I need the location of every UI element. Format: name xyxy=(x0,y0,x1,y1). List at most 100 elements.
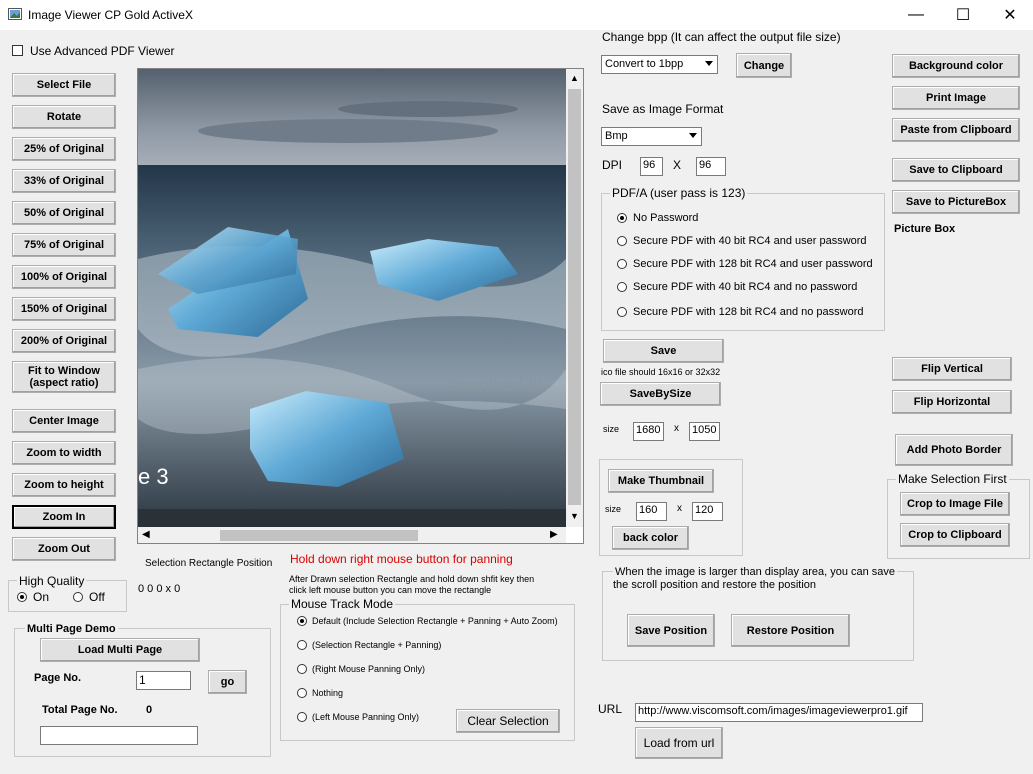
pdf-no-password-label: No Password xyxy=(633,212,699,224)
zoom-100-button[interactable]: 100% of Original xyxy=(12,265,116,289)
add-photo-border-button[interactable]: Add Photo Border xyxy=(895,434,1013,466)
dpi-x-input[interactable]: 96 xyxy=(640,157,663,176)
save-by-size-button[interactable]: SaveBySize xyxy=(600,382,721,406)
mouse-track-title: Mouse Track Mode xyxy=(289,597,396,611)
mouse-track-nothing-radio[interactable] xyxy=(297,688,307,698)
pdf-128bit-none-radio[interactable] xyxy=(617,307,627,317)
fit-to-window-button[interactable]: Fit to Window (aspect ratio) xyxy=(12,361,116,393)
multi-page-extra-input[interactable] xyxy=(40,726,198,745)
scroll-text-line1: When the image is larger than display ar… xyxy=(613,566,898,578)
viewer-vertical-scrollbar[interactable]: ▲ ▼ xyxy=(566,69,583,527)
zoom-200-button[interactable]: 200% of Original xyxy=(12,329,116,353)
close-button[interactable]: ✕ xyxy=(987,0,1033,30)
save-width-input[interactable]: 1680 xyxy=(633,422,664,441)
vertical-scroll-thumb[interactable] xyxy=(568,89,581,505)
viewer-horizontal-scrollbar[interactable]: ◀ ▶ xyxy=(138,527,566,543)
scroll-right-icon[interactable]: ▶ xyxy=(550,529,558,540)
flip-horizontal-button[interactable]: Flip Horizontal xyxy=(892,390,1012,414)
horizontal-scroll-thumb[interactable] xyxy=(220,530,418,541)
clear-selection-button[interactable]: Clear Selection xyxy=(456,709,560,733)
thumb-size-label: size xyxy=(605,504,622,514)
zoom-to-height-button[interactable]: Zoom to height xyxy=(12,473,116,497)
scroll-left-icon[interactable]: ◀ xyxy=(142,529,150,540)
scroll-up-icon[interactable]: ▲ xyxy=(570,73,579,83)
save-button[interactable]: Save xyxy=(603,339,724,363)
viewer-overlay-text: e 3 xyxy=(138,464,169,489)
mouse-track-left-panning-radio[interactable] xyxy=(297,712,307,722)
zoom-75-button[interactable]: 75% of Original xyxy=(12,233,116,257)
pdf-128bit-user-radio[interactable] xyxy=(617,259,627,269)
panning-hint: Hold down right mouse button for panning xyxy=(290,552,513,566)
total-page-value: 0 xyxy=(146,704,153,716)
advanced-pdf-checkbox[interactable] xyxy=(12,45,23,56)
select-file-button[interactable]: Select File xyxy=(12,73,116,97)
thumb-width-input[interactable]: 160 xyxy=(636,502,667,521)
restore-position-button[interactable]: Restore Position xyxy=(731,614,850,647)
save-to-clipboard-button[interactable]: Save to Clipboard xyxy=(892,158,1020,182)
fit-to-window-line1: Fit to Window xyxy=(28,365,100,377)
format-select[interactable]: Bmp xyxy=(601,127,702,146)
zoom-25-button[interactable]: 25% of Original xyxy=(12,137,116,161)
selection-position-value: 0 0 0 x 0 xyxy=(138,583,181,595)
paste-from-clipboard-button[interactable]: Paste from Clipboard xyxy=(892,118,1020,142)
dpi-separator: X xyxy=(673,158,682,172)
mouse-track-right-panning-label: (Right Mouse Panning Only) xyxy=(312,664,426,674)
save-to-picturebox-button[interactable]: Save to PictureBox xyxy=(892,190,1020,214)
pdf-no-password-radio[interactable] xyxy=(617,213,627,223)
save-size-x: x xyxy=(674,423,679,434)
picture-box-label: Picture Box xyxy=(894,223,956,235)
format-selected-value: Bmp xyxy=(605,130,628,142)
fit-to-window-line2: (aspect ratio) xyxy=(29,377,99,389)
crop-to-clipboard-button[interactable]: Crop to Clipboard xyxy=(900,523,1010,547)
save-position-button[interactable]: Save Position xyxy=(627,614,715,647)
mouse-track-selection-panning-radio[interactable] xyxy=(297,640,307,650)
chevron-down-icon xyxy=(689,133,697,138)
page-no-label: Page No. xyxy=(34,672,82,684)
pdf-40bit-user-radio[interactable] xyxy=(617,236,627,246)
zoom-33-button[interactable]: 33% of Original xyxy=(12,169,116,193)
scroll-text-line2: the scroll position and restore the posi… xyxy=(613,579,817,591)
pdfa-title: PDF/A (user pass is 123) xyxy=(610,186,748,200)
minimize-button[interactable]: — xyxy=(893,0,939,30)
url-label: URL xyxy=(598,702,623,716)
mouse-track-nothing-label: Nothing xyxy=(312,688,344,698)
background-color-button[interactable]: Background color xyxy=(892,54,1020,78)
crop-to-image-file-button[interactable]: Crop to Image File xyxy=(900,492,1010,516)
page-no-input[interactable]: 1 xyxy=(136,671,191,690)
zoom-to-width-button[interactable]: Zoom to width xyxy=(12,441,116,465)
bpp-select[interactable]: Convert to 1bpp xyxy=(601,55,718,74)
pdf-40bit-none-radio[interactable] xyxy=(617,282,627,292)
zoom-out-button[interactable]: Zoom Out xyxy=(12,537,116,561)
maximize-button[interactable]: ☐ xyxy=(940,0,986,30)
high-quality-on-label: On xyxy=(33,590,50,604)
load-multi-page-button[interactable]: Load Multi Page xyxy=(40,638,200,662)
zoom-50-button[interactable]: 50% of Original xyxy=(12,201,116,225)
ico-note: ico file should 16x16 or 32x32 xyxy=(601,367,721,377)
title-bar: Image Viewer CP Gold ActiveX — ☐ ✕ xyxy=(0,0,1033,30)
pdf-128bit-none-label: Secure PDF with 128 bit RC4 and no passw… xyxy=(633,306,864,318)
image-viewer[interactable]: download3k e 3 ▲ ▼ ◀ ▶ xyxy=(137,68,584,544)
pdf-40bit-user-label: Secure PDF with 40 bit RC4 and user pass… xyxy=(633,235,867,247)
center-image-button[interactable]: Center Image xyxy=(12,409,116,433)
dpi-y-input[interactable]: 96 xyxy=(696,157,726,176)
mouse-track-default-radio[interactable] xyxy=(297,616,307,626)
zoom-in-button[interactable]: Zoom In xyxy=(12,505,116,529)
rotate-button[interactable]: Rotate xyxy=(12,105,116,129)
make-thumbnail-button[interactable]: Make Thumbnail xyxy=(608,469,714,493)
high-quality-on-radio[interactable] xyxy=(17,592,27,602)
high-quality-off-radio[interactable] xyxy=(73,592,83,602)
save-height-input[interactable]: 1050 xyxy=(689,422,720,441)
url-input[interactable]: http://www.viscomsoft.com/images/imagevi… xyxy=(635,703,923,722)
mouse-track-right-panning-radio[interactable] xyxy=(297,664,307,674)
pdf-40bit-none-label: Secure PDF with 40 bit RC4 and no passwo… xyxy=(633,281,858,293)
print-image-button[interactable]: Print Image xyxy=(892,86,1020,110)
zoom-150-button[interactable]: 150% of Original xyxy=(12,297,116,321)
load-from-url-button[interactable]: Load from url xyxy=(635,727,723,759)
thumb-height-input[interactable]: 120 xyxy=(692,502,723,521)
go-button[interactable]: go xyxy=(208,670,247,694)
save-size-label: size xyxy=(603,424,620,434)
scroll-down-icon[interactable]: ▼ xyxy=(570,511,579,521)
flip-vertical-button[interactable]: Flip Vertical xyxy=(892,357,1012,381)
change-bpp-button[interactable]: Change xyxy=(736,53,792,78)
back-color-button[interactable]: back color xyxy=(612,526,689,550)
